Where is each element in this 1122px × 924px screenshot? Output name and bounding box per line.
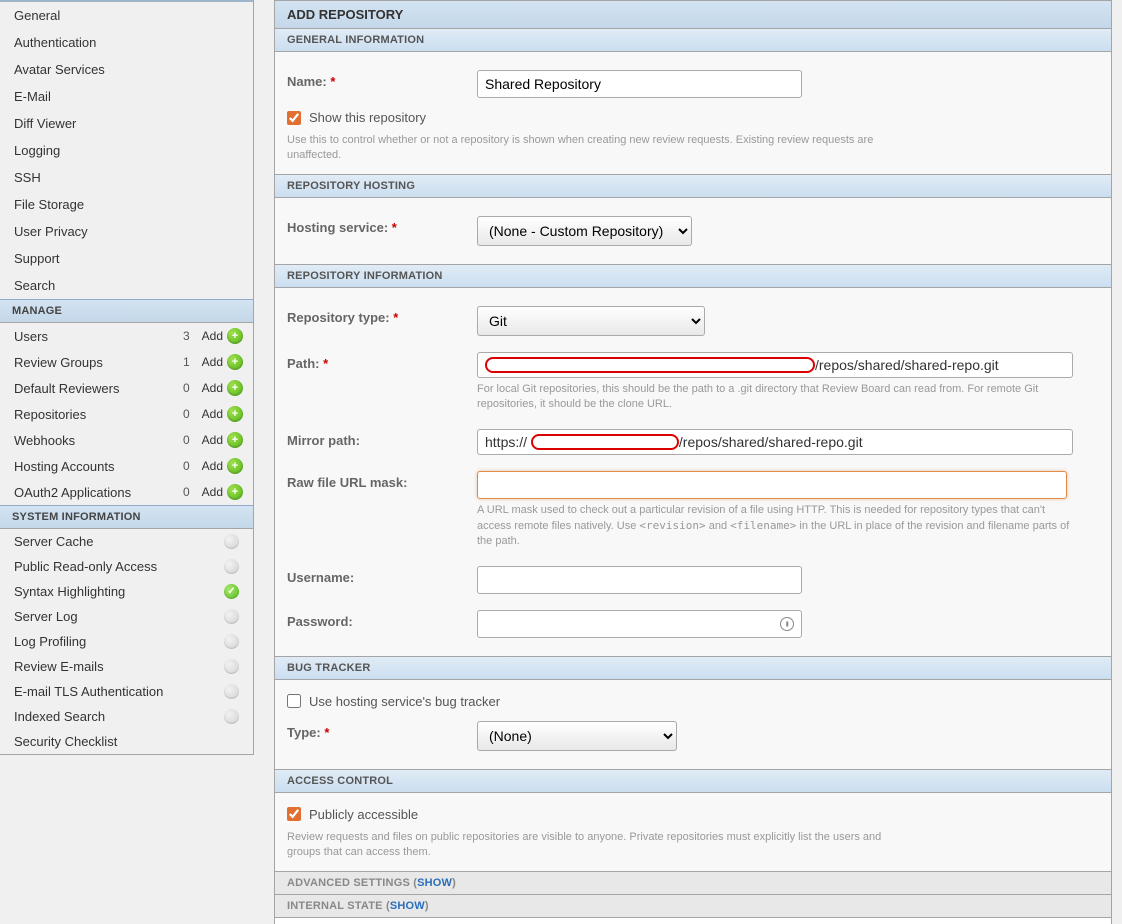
plus-icon: + [227, 354, 243, 370]
hosting-service-select[interactable]: (None - Custom Repository) [477, 216, 692, 246]
mirror-path-input[interactable]: https:// /repos/shared/shared-repo.git [477, 429, 1073, 455]
name-label: Name: [287, 74, 327, 89]
sysinfo-item-server-log[interactable]: Server Log [0, 604, 253, 629]
section-advanced[interactable]: ADVANCED SETTINGS (SHOW) [274, 872, 1112, 895]
page-title: ADD REPOSITORY [274, 0, 1112, 29]
sidebar-item-user-privacy[interactable]: User Privacy [0, 218, 253, 245]
manage-item-hosting-accounts[interactable]: Hosting Accounts0Add + [0, 453, 253, 479]
sidebar-item-search[interactable]: Search [0, 272, 253, 299]
hosting-service-label: Hosting service: [287, 220, 388, 235]
add-link[interactable]: Add + [202, 432, 243, 448]
password-label: Password: [287, 610, 477, 629]
manage-item-webhooks[interactable]: Webhooks0Add + [0, 427, 253, 453]
username-input[interactable] [477, 566, 802, 594]
status-off-icon [224, 659, 239, 674]
sidebar-item-logging[interactable]: Logging [0, 137, 253, 164]
status-off-icon [224, 684, 239, 699]
repo-type-select[interactable]: Git [477, 306, 705, 336]
show-repo-label: Show this repository [309, 110, 426, 125]
sysinfo-item-log-profiling[interactable]: Log Profiling [0, 629, 253, 654]
path-help: For local Git repositories, this should … [477, 382, 1077, 413]
public-help: Review requests and files on public repo… [287, 830, 887, 861]
section-repo-hosting: REPOSITORY HOSTING [274, 175, 1112, 198]
sysinfo-item-public-read-only-access[interactable]: Public Read-only Access [0, 554, 253, 579]
plus-icon: + [227, 484, 243, 500]
status-off-icon [224, 634, 239, 649]
raw-url-label: Raw file URL mask: [287, 471, 477, 490]
status-off-icon [224, 534, 239, 549]
sysinfo-header: SYSTEM INFORMATION [0, 505, 253, 529]
mirror-path-label: Mirror path: [287, 429, 477, 448]
add-link[interactable]: Add + [202, 484, 243, 500]
sysinfo-item-review-e-mails[interactable]: Review E-mails [0, 654, 253, 679]
manage-item-default-reviewers[interactable]: Default Reviewers0Add + [0, 375, 253, 401]
section-general-info: GENERAL INFORMATION [274, 29, 1112, 52]
public-checkbox[interactable] [287, 807, 301, 821]
sidebar-item-ssh[interactable]: SSH [0, 164, 253, 191]
sysinfo-item-e-mail-tls-authentication[interactable]: E-mail TLS Authentication [0, 679, 253, 704]
section-internal[interactable]: INTERNAL STATE (SHOW) [274, 895, 1112, 918]
show-repo-checkbox[interactable] [287, 111, 301, 125]
sidebar-item-support[interactable]: Support [0, 245, 253, 272]
section-bug-tracker: BUG TRACKER [274, 657, 1112, 680]
username-label: Username: [287, 566, 477, 585]
sysinfo-item-indexed-search[interactable]: Indexed Search [0, 704, 253, 729]
sidebar-item-general[interactable]: General [0, 2, 253, 29]
sysinfo-item-syntax-highlighting[interactable]: Syntax Highlighting [0, 579, 253, 604]
name-input[interactable] [477, 70, 802, 98]
use-hosting-bug-checkbox[interactable] [287, 694, 301, 708]
add-link[interactable]: Add + [202, 406, 243, 422]
plus-icon: + [227, 432, 243, 448]
repo-type-label: Repository type: [287, 310, 390, 325]
add-link[interactable]: Add + [202, 354, 243, 370]
path-label: Path: [287, 356, 320, 371]
raw-url-help: A URL mask used to check out a particula… [477, 503, 1077, 550]
raw-url-input[interactable] [477, 471, 1067, 499]
sidebar-item-e-mail[interactable]: E-Mail [0, 83, 253, 110]
use-hosting-bug-label: Use hosting service's bug tracker [309, 694, 500, 709]
manage-item-oauth2-applications[interactable]: OAuth2 Applications0Add + [0, 479, 253, 505]
status-on-icon [224, 584, 239, 599]
bug-type-select[interactable]: (None) [477, 721, 677, 751]
add-link[interactable]: Add + [202, 328, 243, 344]
status-off-icon [224, 709, 239, 724]
manage-item-review-groups[interactable]: Review Groups1Add + [0, 349, 253, 375]
public-label: Publicly accessible [309, 807, 418, 822]
show-repo-help: Use this to control whether or not a rep… [287, 133, 887, 164]
sidebar-item-diff-viewer[interactable]: Diff Viewer [0, 110, 253, 137]
sysinfo-item-server-cache[interactable]: Server Cache [0, 529, 253, 554]
bug-type-label: Type: [287, 725, 321, 740]
plus-icon: + [227, 406, 243, 422]
section-repo-info: REPOSITORY INFORMATION [274, 265, 1112, 288]
add-link[interactable]: Add + [202, 458, 243, 474]
sidebar-item-avatar-services[interactable]: Avatar Services [0, 56, 253, 83]
status-off-icon [224, 609, 239, 624]
path-input[interactable]: /repos/shared/shared-repo.git [477, 352, 1073, 378]
plus-icon: + [227, 380, 243, 396]
sidebar-item-file-storage[interactable]: File Storage [0, 191, 253, 218]
key-icon [780, 617, 794, 631]
manage-item-repositories[interactable]: Repositories0Add + [0, 401, 253, 427]
sidebar-item-authentication[interactable]: Authentication [0, 29, 253, 56]
password-input[interactable] [477, 610, 802, 638]
status-off-icon [224, 559, 239, 574]
sysinfo-item-security-checklist[interactable]: Security Checklist [0, 729, 253, 754]
manage-item-users[interactable]: Users3Add + [0, 323, 253, 349]
section-access-control: ACCESS CONTROL [274, 770, 1112, 793]
manage-header: MANAGE [0, 299, 253, 323]
plus-icon: + [227, 458, 243, 474]
plus-icon: + [227, 328, 243, 344]
add-link[interactable]: Add + [202, 380, 243, 396]
